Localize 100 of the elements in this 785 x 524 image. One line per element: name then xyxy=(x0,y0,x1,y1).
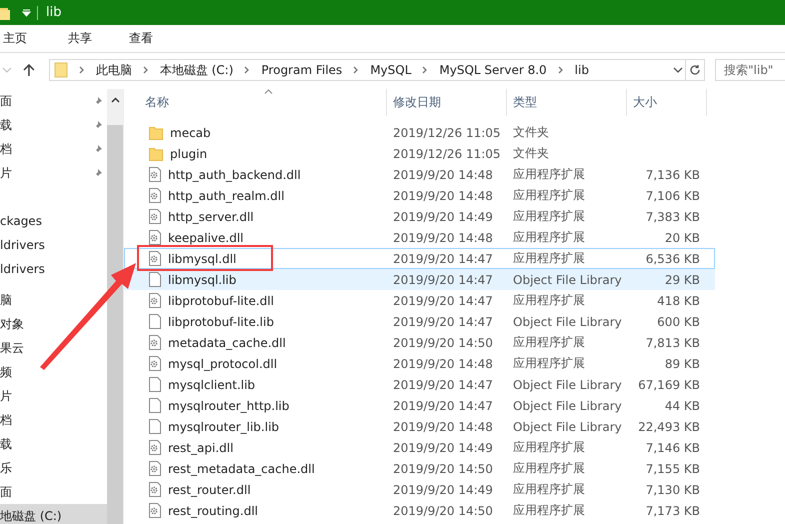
file-row[interactable]: mecab 2019/12/26 11:05 文件夹 xyxy=(124,122,715,143)
modified-date: 2019/9/20 14:47 xyxy=(392,252,494,266)
gear-file-icon xyxy=(149,230,161,245)
up-arrow-icon[interactable] xyxy=(22,63,35,77)
file-type: 应用程序扩展 xyxy=(512,481,586,498)
file-row[interactable]: rest_api.dll 2019/9/20 14:49 应用程序扩展 7,146 KB xyxy=(124,437,715,458)
file-type: Object File Library xyxy=(512,272,623,286)
nav-item[interactable]: 载 xyxy=(0,113,107,137)
file-size: 7,136 KB xyxy=(644,168,700,182)
file-name: http_auth_realm.dll xyxy=(168,188,284,202)
modified-date: 2019/12/26 11:05 xyxy=(392,146,502,160)
file-row[interactable]: http_server.dll 2019/9/20 14:49 应用程序扩展 7,383 KB xyxy=(124,206,715,227)
chevron-right-icon[interactable] xyxy=(142,66,149,74)
column-header[interactable]: 修改日期 xyxy=(387,89,507,116)
gear-file-icon xyxy=(149,440,161,455)
nav-item[interactable]: 载 xyxy=(0,432,107,456)
file-row[interactable]: plugin 2019/12/26 11:05 文件夹 xyxy=(124,143,715,164)
breadcrumb[interactable]: MySQL Server 8.0 xyxy=(439,63,547,77)
breadcrumb[interactable]: MySQL xyxy=(370,63,412,77)
search-field[interactable]: 搜索"lib" xyxy=(715,59,785,81)
modified-date: 2019/9/20 14:48 xyxy=(392,420,494,434)
chevron-right-icon[interactable] xyxy=(78,66,85,74)
file-row[interactable]: http_auth_realm.dll 2019/9/20 14:48 应用程序扩展 7,106 KB xyxy=(124,185,715,206)
file-row[interactable]: libprotobuf-lite.lib 2019/9/20 14:47 Object File Library 600 KB xyxy=(124,311,715,332)
dropdown-chevron-icon[interactable] xyxy=(673,66,684,74)
nav-item[interactable]: 乐 xyxy=(0,456,107,480)
file-size: 7,106 KB xyxy=(644,188,700,202)
sort-ascending-icon[interactable] xyxy=(264,89,273,94)
nav-item[interactable]: ldrivers xyxy=(0,257,107,281)
file-row[interactable]: rest_routing.dll 2019/9/20 14:50 应用程序扩展 7,173 KB xyxy=(124,500,715,521)
refresh-icon xyxy=(689,64,702,76)
file-name: rest_metadata_cache.dll xyxy=(168,462,315,476)
file-size: 29 KB xyxy=(664,272,700,286)
file-row[interactable]: mysqlclient.lib 2019/9/20 14:47 Object File Library 67,169 KB xyxy=(124,374,715,395)
file-row[interactable]: libmysql.lib 2019/9/20 14:47 Object File Library 29 KB xyxy=(124,269,715,290)
ribbon-tab[interactable]: 查看 xyxy=(125,30,157,47)
file-row[interactable]: libprotobuf-lite.dll 2019/9/20 14:47 应用程序扩展 418 KB xyxy=(124,290,715,311)
dropdown-icon[interactable] xyxy=(22,8,31,17)
nav-item[interactable]: 频 xyxy=(0,360,107,384)
nav-item[interactable]: 果云 xyxy=(0,336,107,360)
file-size: 7,130 KB xyxy=(644,482,700,496)
nav-item[interactable]: 片 xyxy=(0,384,107,408)
file-row[interactable]: http_auth_backend.dll 2019/9/20 14:48 应用程序扩展 7,136 KB xyxy=(124,164,715,185)
nav-item[interactable]: 面 xyxy=(0,480,107,504)
file-name: plugin xyxy=(170,146,208,160)
file-type: 应用程序扩展 xyxy=(512,439,586,456)
file-row[interactable]: metadata_cache.dll 2019/9/20 14:50 应用程序扩展 7,813 KB xyxy=(124,332,715,353)
file-size: 67,169 KB xyxy=(637,378,700,392)
breadcrumb[interactable]: 此电脑 xyxy=(96,62,132,78)
file-type: 文件夹 xyxy=(512,145,550,162)
scroll-up-icon[interactable] xyxy=(110,97,120,103)
breadcrumb[interactable]: lib xyxy=(574,63,589,77)
file-type: 应用程序扩展 xyxy=(512,250,586,267)
file-type: Object File Library xyxy=(512,398,623,412)
column-header[interactable]: 大小 xyxy=(627,89,707,116)
chevron-right-icon[interactable] xyxy=(353,66,360,74)
nav-item[interactable]: ckages xyxy=(0,209,107,233)
file-row[interactable]: rest_router.dll 2019/9/20 14:49 应用程序扩展 7,130 KB xyxy=(124,479,715,500)
file-row[interactable]: mysqlrouter_lib.lib 2019/9/20 14:48 Object File Library 22,493 KB xyxy=(124,416,715,437)
nav-item[interactable]: 地磁盘 (C:) xyxy=(0,504,107,524)
ribbon-tab[interactable]: 主页 xyxy=(0,30,31,47)
address-bar[interactable]: 此电脑 本地磁盘 (C:) Program Files MySQL MySQL Server 8.0 lib xyxy=(48,59,686,81)
breadcrumb[interactable]: Program Files xyxy=(261,63,342,77)
column-header[interactable]: 类型 xyxy=(507,89,627,116)
file-name: mysqlclient.lib xyxy=(168,378,256,392)
file-row[interactable]: mysqlrouter_http.lib 2019/9/20 14:47 Object File Library 44 KB xyxy=(124,395,715,416)
file-type: 应用程序扩展 xyxy=(512,502,586,519)
nav-item[interactable]: 档 xyxy=(0,137,107,161)
file-row[interactable]: keepalive.dll 2019/9/20 14:48 应用程序扩展 20 KB xyxy=(124,227,715,248)
gear-file-icon xyxy=(149,461,161,476)
file-row[interactable]: mysql_protocol.dll 2019/9/20 14:48 应用程序扩展 89 KB xyxy=(124,353,715,374)
ribbon-tab[interactable]: 共享 xyxy=(64,30,96,47)
nav-item[interactable]: 面 xyxy=(0,89,107,113)
nav-item[interactable]: ldrivers xyxy=(0,233,107,257)
gear-file-icon xyxy=(149,503,161,518)
file-type: Object File Library xyxy=(512,378,623,392)
breadcrumb[interactable]: 本地磁盘 (C:) xyxy=(160,62,234,78)
file-name: mysql_protocol.dll xyxy=(168,356,278,370)
file-icon xyxy=(149,398,161,413)
file-type: 应用程序扩展 xyxy=(512,229,586,246)
file-name: http_server.dll xyxy=(168,210,254,224)
nav-item[interactable]: 档 xyxy=(0,408,107,432)
refresh-button[interactable] xyxy=(686,59,705,81)
gear-file-icon xyxy=(149,167,161,182)
file-type: 文件夹 xyxy=(512,124,550,141)
modified-date: 2019/9/20 14:48 xyxy=(392,356,494,370)
nav-item[interactable]: 对象 xyxy=(0,312,107,336)
file-type: 应用程序扩展 xyxy=(512,292,586,309)
chevron-right-icon[interactable] xyxy=(244,66,250,74)
nav-item[interactable]: 脑 xyxy=(0,288,107,312)
file-size: 7,146 KB xyxy=(644,440,700,454)
modified-date: 2019/12/26 11:05 xyxy=(392,126,502,140)
chevron-right-icon[interactable] xyxy=(422,66,428,74)
file-row[interactable]: libmysql.dll 2019/9/20 14:47 应用程序扩展 6,536 KB xyxy=(124,248,715,269)
chevron-right-icon[interactable] xyxy=(558,66,564,74)
column-header[interactable]: 名称 xyxy=(124,89,387,116)
file-row[interactable]: rest_metadata_cache.dll 2019/9/20 14:50 应用程序扩展 7,155 KB xyxy=(124,458,715,479)
file-icon xyxy=(149,272,161,287)
file-size: 418 KB xyxy=(656,294,700,308)
nav-item[interactable]: 片 xyxy=(0,161,107,185)
